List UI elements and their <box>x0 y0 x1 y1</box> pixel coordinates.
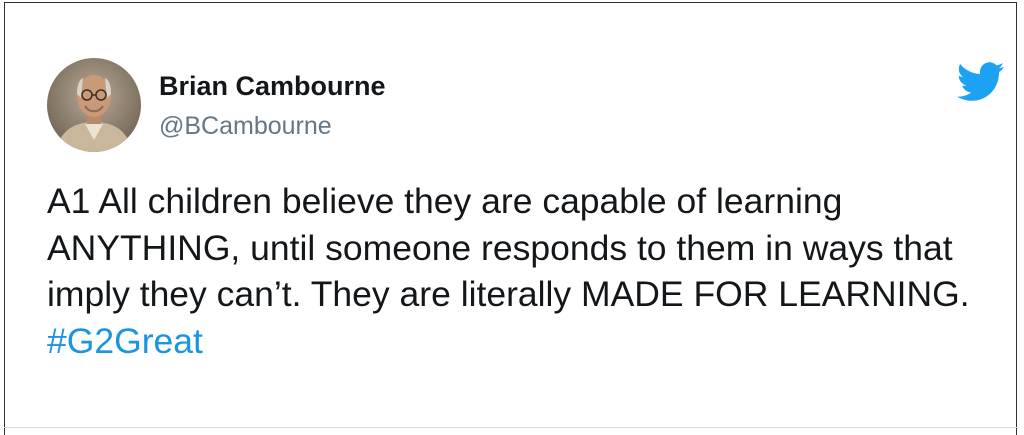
author-avatar[interactable] <box>47 58 141 152</box>
twitter-bird-icon[interactable] <box>957 62 1005 102</box>
person-avatar-icon <box>47 58 141 152</box>
tweet-body: A1 All children believe they are capable… <box>47 181 970 314</box>
author-handle[interactable]: @BCambourne <box>159 111 332 141</box>
tweet-text: A1 All children believe they are capable… <box>47 178 1007 364</box>
hashtag-link[interactable]: #G2Great <box>47 321 203 361</box>
divider <box>4 427 1017 428</box>
author-name[interactable]: Brian Cambourne <box>159 69 386 103</box>
